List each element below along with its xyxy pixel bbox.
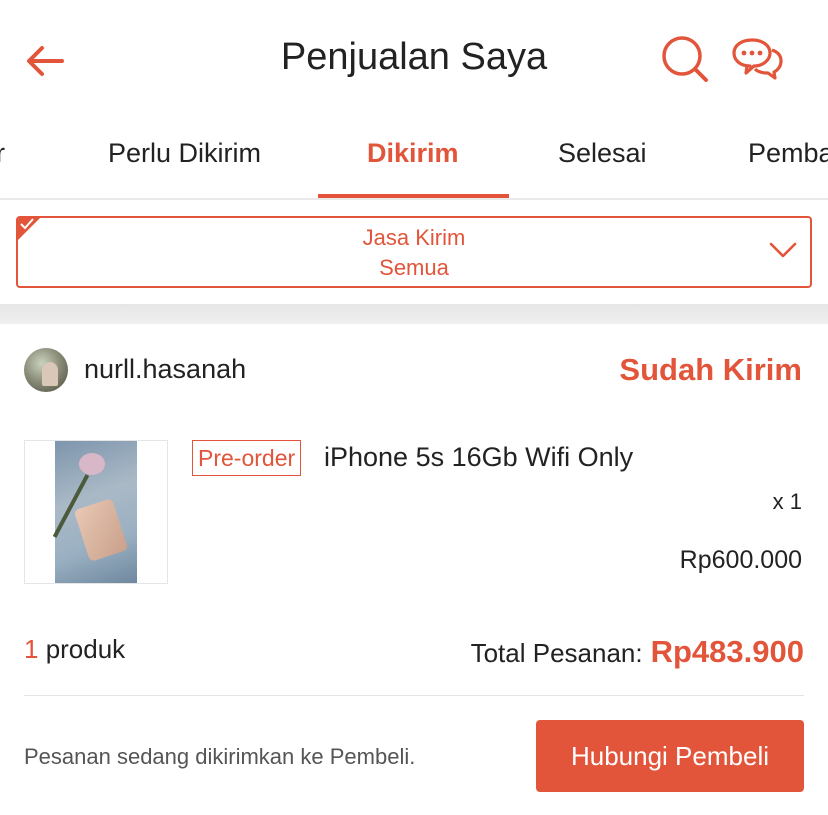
buyer-username[interactable]: nurll.hasanah <box>84 354 246 385</box>
active-tab-indicator <box>318 194 509 198</box>
tab-previous[interactable]: r <box>0 138 5 169</box>
divider <box>24 695 804 696</box>
courier-filter-dropdown[interactable]: Jasa Kirim Semua <box>16 216 812 288</box>
order-summary: 1 produk Total Pesanan: Rp483.900 <box>24 634 804 674</box>
buyer-avatar <box>24 348 68 392</box>
filter-label: Jasa Kirim Semua <box>18 223 810 283</box>
my-sales-screen: Penjualan Saya r Perlu Dikirim Dikirim S… <box>0 0 828 815</box>
filter-title: Jasa Kirim <box>362 225 466 250</box>
search-icon <box>662 36 708 82</box>
filter-area: Jasa Kirim Semua <box>0 200 828 304</box>
section-divider <box>0 304 828 324</box>
chat-button[interactable] <box>730 36 784 84</box>
chat-bubbles-icon <box>732 38 783 80</box>
tab-perlu-dikirim[interactable]: Perlu Dikirim <box>108 138 261 169</box>
shipping-note: Pesanan sedang dikirimkan ke Pembeli. <box>24 744 416 769</box>
tab-selesai[interactable]: Selesai <box>558 138 647 169</box>
product-count: 1 <box>24 634 46 664</box>
total-value: Rp483.900 <box>650 634 804 669</box>
product-photo <box>52 441 137 583</box>
contact-buyer-button[interactable]: Hubungi Pembeli <box>536 720 804 792</box>
product-price: Rp600.000 <box>679 546 802 574</box>
product-name[interactable]: iPhone 5s 16Gb Wifi Only <box>324 442 633 473</box>
chevron-down-icon <box>769 242 797 258</box>
tab-pembatalan[interactable]: Pembatalan <box>748 138 828 169</box>
header: Penjualan Saya <box>0 0 828 118</box>
order-card[interactable]: nurll.hasanah Sudah Kirim Pre-order iPho… <box>0 324 828 815</box>
product-count-label: produk <box>45 634 126 664</box>
order-total: Total Pesanan: Rp483.900 <box>471 634 804 670</box>
product-image[interactable] <box>24 440 168 584</box>
product-quantity: x 1 <box>772 489 802 514</box>
search-button[interactable] <box>660 34 710 84</box>
order-status: Sudah Kirim <box>619 352 802 387</box>
preorder-badge: Pre-order <box>192 440 302 476</box>
tab-dikirim[interactable]: Dikirim <box>367 138 459 169</box>
order-status-tabs: r Perlu Dikirim Dikirim Selesai Pembatal… <box>0 118 828 200</box>
total-label: Total Pesanan: <box>470 638 643 668</box>
filter-value: Semua <box>379 255 449 280</box>
